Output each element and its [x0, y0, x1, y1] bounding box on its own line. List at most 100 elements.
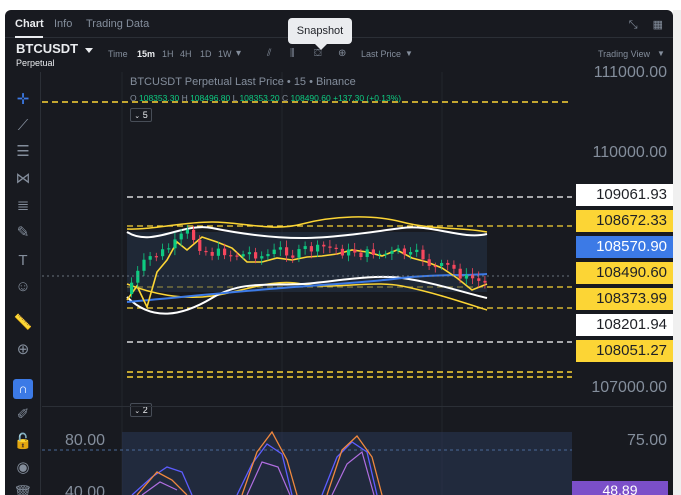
- text-icon[interactable]: T: [13, 251, 33, 271]
- eye-icon[interactable]: ◉: [13, 458, 33, 478]
- candle-body: [161, 249, 165, 257]
- candle-body: [446, 262, 450, 265]
- price-label-107000: 107000.00: [591, 379, 667, 396]
- lock-icon[interactable]: 🔓: [13, 432, 33, 452]
- tab-chart[interactable]: Chart: [15, 18, 44, 30]
- chevron-down-icon[interactable]: [85, 48, 93, 53]
- tab-info[interactable]: Info: [54, 18, 72, 30]
- candle-body: [278, 247, 282, 250]
- trash-icon[interactable]: 🗑: [13, 484, 33, 495]
- candle-body: [440, 262, 444, 267]
- price-type-select[interactable]: Last Price: [361, 49, 401, 59]
- candle-body: [223, 248, 227, 256]
- oscillator-label-80: 80.00: [65, 432, 106, 449]
- candle-body: [297, 249, 301, 258]
- price-chart[interactable]: [42, 72, 572, 495]
- candle-body: [415, 249, 419, 253]
- oscillator-current-value: 48.89: [572, 481, 668, 495]
- price-label-111000: 111000.00: [593, 64, 667, 81]
- pencil-lock-icon[interactable]: ✐: [13, 405, 33, 425]
- active-tab-underline: [15, 36, 43, 38]
- horizontal-lines-icon[interactable]: ☰: [13, 142, 33, 162]
- crosshair-icon[interactable]: ✛: [13, 90, 33, 110]
- candle-body: [309, 246, 313, 252]
- add-icon[interactable]: ⊕: [338, 48, 346, 59]
- candle-body: [421, 249, 425, 260]
- tooltip-arrow: [315, 44, 327, 50]
- candle-body: [347, 249, 351, 256]
- candle-body: [384, 253, 388, 255]
- time-label: Time: [108, 49, 128, 59]
- candle-body: [378, 253, 382, 256]
- candle-body: [216, 248, 220, 256]
- candle-body: [136, 270, 140, 283]
- price-axis[interactable]: 111000.00 110000.00 109061.93 108672.33 …: [572, 64, 673, 495]
- emoji-icon[interactable]: ☺: [13, 277, 33, 297]
- price-box-4: 108490.60: [576, 262, 673, 284]
- candle-body: [142, 259, 146, 271]
- candle-body: [471, 274, 475, 279]
- chart-app: Chart Info Trading Data ⤡ ▦ BTCUSDT Perp…: [5, 10, 673, 495]
- candle-body: [266, 254, 270, 257]
- candle-body: [433, 265, 437, 268]
- candle-body: [477, 278, 481, 281]
- trendline-icon[interactable]: ⟋: [13, 116, 33, 136]
- ohlc-readout: O 108353.30 H 108496.80 L 108353.20 C 10…: [130, 93, 401, 103]
- candle-type-icon[interactable]: ⫼: [290, 48, 295, 59]
- candle-body: [322, 244, 326, 247]
- candle-body: [235, 255, 239, 257]
- open-label: O: [130, 93, 137, 103]
- symbol-type: Perpetual: [16, 58, 55, 68]
- candle-body: [390, 250, 394, 254]
- price-label-110000: 110000.00: [592, 144, 667, 161]
- close-label: C: [282, 93, 289, 103]
- fib-icon[interactable]: ≣: [13, 196, 33, 216]
- chevron-down-icon[interactable]: ▼: [657, 49, 665, 58]
- page-scrollbar[interactable]: [673, 10, 681, 495]
- price-box-5: 108373.99: [576, 288, 673, 310]
- symbol-name[interactable]: BTCUSDT: [16, 41, 78, 56]
- candle-body: [198, 239, 202, 251]
- candle-body: [365, 249, 369, 258]
- snapshot-tooltip: Snapshot: [288, 18, 352, 44]
- price-box-2: 108672.33: [576, 210, 673, 232]
- window-icons: ⤡ ▦: [629, 18, 663, 32]
- candle-body: [427, 259, 431, 266]
- chevron-down-icon[interactable]: ▼: [405, 49, 413, 58]
- indicator-collapse-badge[interactable]: ⌄ 5: [130, 108, 152, 122]
- timeframe-1d[interactable]: 1D: [200, 49, 212, 59]
- chevron-down-icon[interactable]: ▾: [236, 48, 241, 59]
- change-value: +137.30 (+0.13%): [333, 93, 402, 103]
- indicators-icon[interactable]: ⫽: [267, 48, 271, 59]
- candle-body: [192, 229, 196, 240]
- expand-icon[interactable]: ⤡: [629, 19, 638, 31]
- brush-icon[interactable]: ✎: [13, 223, 33, 243]
- zoom-icon[interactable]: ⊕: [13, 340, 33, 360]
- tab-trading-data[interactable]: Trading Data: [86, 18, 149, 30]
- candle-body: [179, 233, 183, 240]
- timeframe-1w[interactable]: 1W: [218, 49, 232, 59]
- candle-body: [483, 280, 487, 283]
- timeframe-15m[interactable]: 15m: [137, 49, 155, 59]
- candle-body: [409, 252, 413, 255]
- grid-icon[interactable]: ▦: [653, 19, 663, 31]
- candle-body: [210, 251, 214, 256]
- timeframe-1h[interactable]: 1H: [162, 49, 174, 59]
- trading-view-select[interactable]: Trading View: [598, 49, 650, 59]
- candle-body: [359, 252, 363, 258]
- timeframe-4h[interactable]: 4H: [180, 49, 192, 59]
- magnet-icon[interactable]: ∩: [13, 379, 33, 399]
- chart-legend-title: BTCUSDT Perpetual Last Price • 15 • Bina…: [130, 76, 356, 88]
- ruler-icon[interactable]: 📏: [13, 313, 33, 333]
- pattern-icon[interactable]: ⋈: [13, 169, 33, 189]
- candle-body: [371, 249, 375, 255]
- candle-body: [247, 252, 251, 255]
- candle-body: [458, 268, 462, 279]
- oscillator-label-75: 75.00: [626, 432, 667, 449]
- low-label: L: [232, 93, 238, 103]
- price-box-1: 109061.93: [576, 184, 673, 206]
- candle-body: [334, 247, 338, 249]
- candle-body: [396, 248, 400, 251]
- price-box-3: 108570.90: [576, 236, 673, 258]
- candle-body: [254, 252, 258, 259]
